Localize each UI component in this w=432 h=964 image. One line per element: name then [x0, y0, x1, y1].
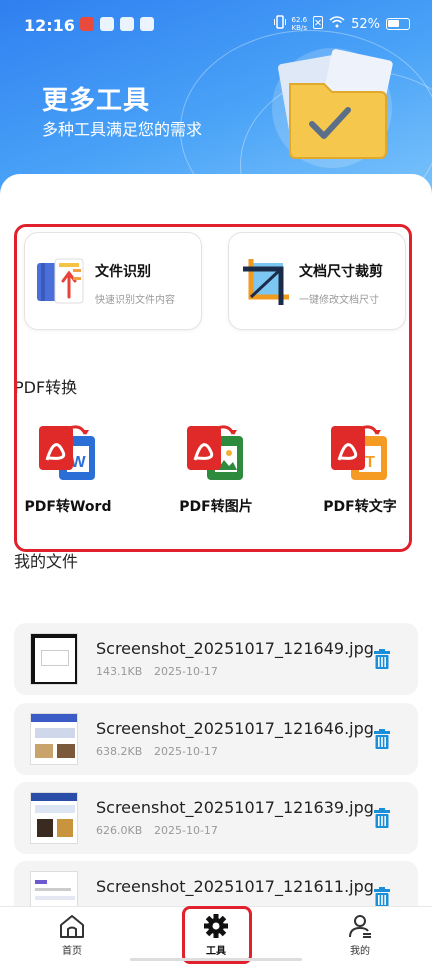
app-notification-icon: [120, 17, 134, 31]
status-bar: 12:16 62.6 KB/s 52%: [0, 0, 432, 52]
files-section-title: 我的文件: [14, 552, 79, 571]
delete-icon[interactable]: [374, 808, 390, 828]
nav-home[interactable]: 首页: [42, 913, 102, 957]
file-recognize-icon: [37, 258, 84, 304]
file-recognize-desc: 快速识别文件内容: [95, 295, 175, 306]
file-item[interactable]: Screenshot_20251017_121646.jpg 638.2KB 2…: [14, 703, 418, 775]
nav-tools[interactable]: 工具: [186, 913, 246, 957]
nav-home-label: 首页: [62, 946, 82, 957]
no-sim-icon: [313, 15, 324, 33]
folder-illustration-icon: [272, 48, 393, 168]
file-name: Screenshot_20251017_121646.jpg: [96, 719, 374, 738]
pdf-to-image-icon: [187, 425, 243, 480]
file-recognize-card[interactable]: 文件识别 快速识别文件内容: [24, 232, 202, 330]
notification-icons: [80, 17, 154, 31]
app-notification-icon: [80, 17, 94, 31]
nav-profile[interactable]: 我的: [330, 913, 390, 957]
pdf-to-text-label: PDF转文字: [323, 499, 397, 515]
file-date: 2025-10-17: [154, 665, 218, 678]
net-speed-unit: KB/s: [291, 24, 307, 32]
pdf-section-title: PDF转换: [14, 378, 78, 397]
file-thumbnail: [30, 633, 78, 685]
crop-icon: [243, 259, 289, 305]
pdf-to-word-label: PDF转Word: [24, 499, 112, 515]
file-size: 638.2KB: [96, 745, 143, 758]
file-name: Screenshot_20251017_121639.jpg: [96, 798, 374, 817]
crop-document-desc: 一键修改文档尺寸: [299, 295, 379, 306]
crop-document-card[interactable]: 文档尺寸裁剪 一键修改文档尺寸: [228, 232, 406, 330]
delete-icon[interactable]: [374, 649, 390, 669]
file-item[interactable]: Screenshot_20251017_121649.jpg 143.1KB 2…: [14, 623, 418, 695]
vibrate-icon: [273, 15, 286, 33]
file-name: Screenshot_20251017_121649.jpg: [96, 639, 374, 658]
file-size: 626.0KB: [96, 824, 143, 837]
pdf-to-image-button[interactable]: PDF转图片: [156, 422, 276, 522]
crown-icon: [140, 17, 154, 31]
svg-text:T: T: [365, 454, 375, 471]
bottom-nav: 首页 工具 我的: [0, 906, 432, 964]
battery-percent: 52%: [351, 16, 380, 32]
file-date: 2025-10-17: [154, 824, 218, 837]
nav-profile-label: 我的: [350, 946, 370, 957]
file-item[interactable]: Screenshot_20251017_121639.jpg 626.0KB 2…: [14, 782, 418, 854]
delete-icon[interactable]: [374, 729, 390, 749]
file-thumbnail: [30, 713, 78, 765]
delete-icon[interactable]: [374, 887, 390, 907]
file-recognize-title: 文件识别: [95, 264, 151, 280]
file-date: 2025-10-17: [154, 745, 218, 758]
page-subtitle: 多种工具满足您的需求: [42, 120, 203, 139]
status-time: 12:16: [24, 16, 75, 35]
net-speed-value: 62.6: [291, 16, 308, 24]
pdf-to-image-label: PDF转图片: [179, 499, 253, 515]
file-size: 143.1KB: [96, 665, 143, 678]
nav-tools-label: 工具: [206, 946, 226, 957]
pdf-to-word-button[interactable]: W PDF转Word: [8, 422, 128, 522]
net-speed: 62.6 KB/s: [292, 16, 308, 32]
pdf-to-text-button[interactable]: T PDF转文字: [300, 422, 420, 522]
wifi-icon: [329, 16, 345, 32]
file-name: Screenshot_20251017_121611.jpg: [96, 877, 374, 896]
home-indicator: [130, 958, 302, 961]
pdf-to-text-icon: T: [331, 425, 387, 480]
tiktok-icon: [100, 17, 114, 31]
home-icon: [60, 915, 84, 938]
pdf-to-word-icon: W: [39, 425, 95, 480]
crop-document-title: 文档尺寸裁剪: [299, 264, 383, 280]
gear-icon: [204, 914, 228, 938]
battery-icon: [386, 18, 410, 30]
file-thumbnail: [30, 792, 78, 844]
user-icon: [349, 915, 371, 938]
page-title: 更多工具: [42, 86, 151, 116]
status-right: 62.6 KB/s 52%: [273, 15, 410, 33]
